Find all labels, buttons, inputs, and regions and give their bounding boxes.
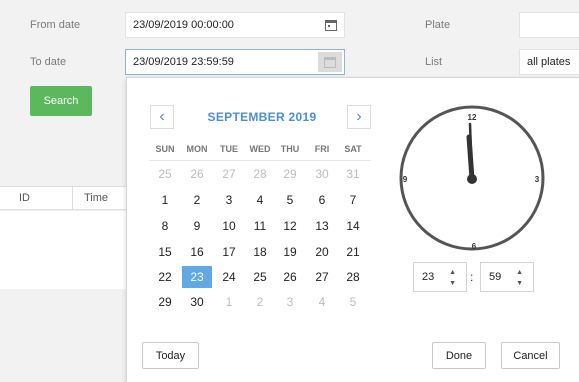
from-date-value: 23/09/2019 00:00:00 [133,19,234,31]
search-button[interactable]: Search [30,86,92,116]
day-cell[interactable]: 1 [150,189,180,211]
day-cell[interactable]: 5 [338,291,368,313]
day-cell[interactable]: 11 [245,215,275,237]
weekday-wed: WED [249,144,271,154]
hour-up-icon[interactable]: ▲ [449,269,456,276]
clock-numeral-6: 6 [472,242,477,251]
column-header-id[interactable]: ID [19,192,30,204]
list-select[interactable]: all plates [519,49,579,75]
day-cell[interactable]: 10 [214,215,244,237]
from-date-label: From date [30,19,81,31]
to-date-label: To date [30,56,67,68]
day-cell[interactable]: 3 [214,189,244,211]
day-cell[interactable]: 29 [150,291,180,313]
day-cell[interactable]: 21 [338,241,368,263]
results-body [0,211,126,289]
weekday-thu: THU [280,144,300,154]
weekday-sat: SAT [344,144,362,154]
calendar-icon-active[interactable] [318,52,342,72]
day-cell[interactable]: 2 [245,291,275,313]
column-header-time[interactable]: Time [84,192,108,204]
time-separator: : [470,270,474,284]
weekday-tue: TUE [220,144,238,154]
day-cell[interactable]: 4 [307,291,337,313]
plate-label: Plate [425,19,451,31]
list-label: List [425,56,443,68]
day-cell[interactable]: 6 [307,189,337,211]
day-cell[interactable]: 26 [182,163,212,185]
to-date-value: 23/09/2019 23:59:59 [133,56,234,68]
day-cell[interactable]: 22 [150,266,180,288]
day-cell[interactable]: 12 [275,215,305,237]
analog-clock[interactable]: 12 3 6 9 [397,103,547,253]
clock-numeral-3: 3 [535,175,540,184]
day-cell[interactable]: 26 [275,266,305,288]
day-cell[interactable]: 7 [338,189,368,211]
day-cell[interactable]: 9 [182,215,212,237]
from-date-input[interactable]: 23/09/2019 00:00:00 [125,12,345,38]
day-cell[interactable]: 13 [307,215,337,237]
list-value: all plates [527,56,571,68]
minute-value: 59 [489,271,502,283]
day-cell[interactable]: 29 [275,163,305,185]
hour-value: 23 [422,271,435,283]
day-cell[interactable]: 25 [150,163,180,185]
day-cell[interactable]: 16 [182,241,212,263]
day-cell[interactable]: 18 [245,241,275,263]
day-cell[interactable]: 30 [307,163,337,185]
day-cell[interactable]: 31 [338,163,368,185]
minute-up-icon[interactable]: ▲ [516,269,523,276]
day-cell[interactable]: 27 [214,163,244,185]
prev-month-button[interactable]: ‹ [150,105,174,129]
day-cell[interactable]: 25 [245,266,275,288]
day-cell[interactable]: 30 [182,291,212,313]
day-cell[interactable]: 27 [307,266,337,288]
datetime-picker-popup: ‹ SEPTEMBER 2019 › SUN MON TUE WED THU FRI SAT… [126,77,579,382]
minute-spinner[interactable]: 59 ▲ ▼ [480,262,534,292]
day-cell[interactable]: 15 [150,241,180,263]
hour-down-icon[interactable]: ▼ [449,280,456,287]
day-cell[interactable]: 19 [275,241,305,263]
weekday-divider [149,160,371,161]
column-divider [72,186,73,210]
to-date-input[interactable]: 23/09/2019 23:59:59 [125,49,345,75]
hour-spinner[interactable]: 23 ▲ ▼ [413,262,467,292]
clock-numeral-12: 12 [468,113,477,122]
day-cell[interactable]: 2 [182,189,212,211]
day-cell[interactable]: 28 [245,163,275,185]
weekday-fri: FRI [314,144,330,154]
minute-down-icon[interactable]: ▼ [516,280,523,287]
day-cell[interactable]: 4 [245,189,275,211]
weekday-mon: MON [186,144,208,154]
day-cell[interactable]: 28 [338,266,368,288]
day-cell[interactable]: 8 [150,215,180,237]
clock-numeral-9: 9 [403,175,408,184]
day-cell[interactable]: 5 [275,189,305,211]
day-cell[interactable]: 14 [338,215,368,237]
day-cell[interactable]: 17 [214,241,244,263]
day-cell-selected[interactable]: 23 [182,266,212,288]
plate-input[interactable] [519,12,579,38]
day-cell[interactable]: 3 [275,291,305,313]
calendar-icon[interactable] [323,18,339,32]
clock-center [467,174,477,184]
done-button[interactable]: Done [432,342,486,369]
month-title[interactable]: SEPTEMBER 2019 [175,105,349,129]
day-cell[interactable]: 1 [214,291,244,313]
day-cell[interactable]: 20 [307,241,337,263]
cancel-button[interactable]: Cancel [501,342,560,369]
today-button[interactable]: Today [142,342,199,369]
weekday-sun: SUN [155,144,175,154]
next-month-button[interactable]: › [347,105,371,129]
day-cell[interactable]: 24 [214,266,244,288]
